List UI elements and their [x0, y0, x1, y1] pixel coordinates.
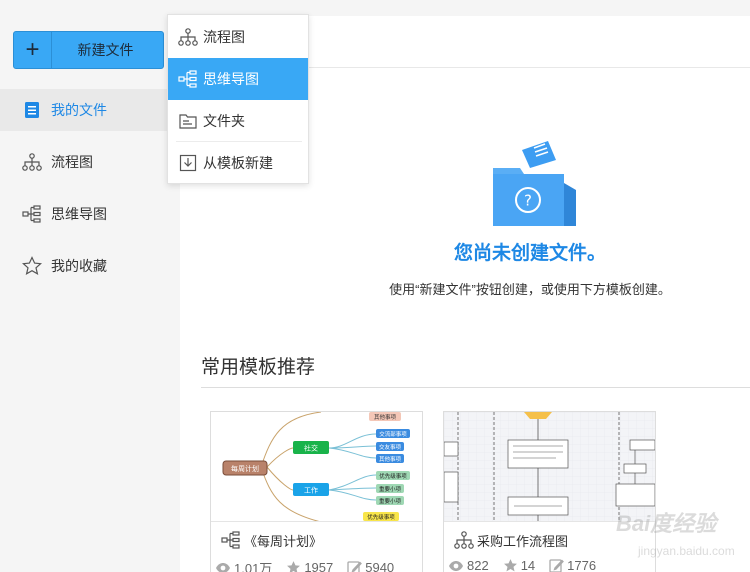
document-icon: [21, 99, 43, 121]
flowchart-icon: [454, 530, 474, 550]
views-stat: 1.01万: [215, 558, 272, 572]
thumb-leaf-node: 交友事项: [379, 443, 402, 451]
views-count: 822: [467, 558, 489, 572]
sidebar-item-label: 我的收藏: [51, 258, 107, 274]
new-file-button[interactable]: + 新建文件: [13, 31, 164, 69]
star-icon: [503, 559, 517, 572]
mindmap-icon: [221, 530, 241, 550]
edit-icon: [549, 559, 565, 572]
sidebar-item-label: 流程图: [51, 154, 93, 170]
mindmap-icon: [178, 69, 198, 89]
sidebar-item-flowchart[interactable]: 流程图: [0, 141, 180, 183]
dropdown-item-label: 文件夹: [203, 113, 245, 129]
watermark-text: Bai度经验: [616, 511, 717, 536]
template-name-label: 采购工作流程图: [477, 533, 569, 549]
template-import-icon: [178, 153, 198, 173]
thumb-leaf-node: 交流部事项: [379, 430, 407, 438]
baidu-watermark: Bai度经验 jingyan.baidu.com: [586, 498, 746, 568]
sidebar-item-favorites[interactable]: 我的收藏: [0, 245, 180, 287]
views-count: 1.01万: [234, 561, 273, 572]
stars-count: 1957: [304, 560, 334, 572]
svg-text:?: ?: [524, 192, 532, 210]
sidebar-item-label: 思维导图: [51, 206, 107, 222]
views-stat: 822: [448, 558, 489, 572]
section-divider: [201, 387, 750, 388]
thumb-leaf-node: 其他事项: [379, 455, 402, 463]
sidebar-item-my-files[interactable]: 我的文件: [0, 89, 180, 131]
dropdown-item-label: 思维导图: [203, 71, 259, 87]
template-stats: 1.01万 1957 5940: [215, 558, 408, 572]
watermark-url: jingyan.baidu.com: [638, 544, 735, 558]
flowchart-icon: [178, 27, 198, 47]
header-divider: [309, 67, 750, 68]
template-thumbnail: 每周计划 社交 工作 其他事项 交流部事项 交友事项 其他事项 优先级事项 重要…: [211, 412, 422, 522]
stars-stat: 1957: [286, 560, 333, 572]
plus-icon: +: [14, 32, 52, 68]
empty-folder-question-icon: ?: [490, 138, 580, 230]
thumb-center-node: 每周计划: [231, 464, 259, 473]
template-card-weekly-plan[interactable]: 每周计划 社交 工作 其他事项 交流部事项 交友事项 其他事项 优先级事项 重要…: [210, 411, 423, 572]
thumb-leaf-node: 其他事项: [374, 413, 397, 421]
stars-count: 14: [520, 558, 536, 572]
thumb-leaf-node: 优先级事项: [367, 513, 395, 521]
dropdown-item-folder[interactable]: 文件夹: [168, 100, 308, 142]
star-icon: [287, 561, 301, 572]
dropdown-item-mindmap[interactable]: 思维导图: [168, 58, 308, 100]
new-file-dropdown: 流程图 思维导图 文件夹 从模板新建: [167, 14, 309, 184]
template-name-label: 《每周计划》: [244, 533, 323, 549]
sidebar-item-label: 我的文件: [51, 102, 107, 118]
empty-state-title: 您尚未创建文件。: [453, 243, 606, 264]
eye-icon: [449, 560, 463, 571]
dropdown-item-from-template[interactable]: 从模板新建: [168, 142, 308, 184]
thumb-branch-node: 社交: [304, 444, 318, 453]
folder-icon: [178, 111, 198, 131]
edits-count: 5940: [365, 560, 395, 572]
template-name: 采购工作流程图: [454, 530, 568, 550]
mindmap-icon: [21, 203, 43, 225]
thumb-branch-node: 工作: [304, 486, 318, 495]
thumb-leaf-node: 重要小项: [379, 485, 402, 493]
thumb-leaf-node: 重要小项: [379, 497, 402, 505]
thumb-leaf-node: 优先级事项: [379, 472, 407, 480]
templates-section-title: 常用模板推荐: [201, 357, 316, 378]
stars-stat: 14: [503, 558, 535, 572]
new-file-label: 新建文件: [77, 42, 134, 58]
sidebar-item-mindmap[interactable]: 思维导图: [0, 193, 180, 235]
template-name: 《每周计划》: [221, 530, 322, 550]
edits-stat: 5940: [347, 560, 394, 572]
edit-icon: [347, 561, 363, 572]
eye-icon: [216, 562, 230, 572]
flowchart-icon: [21, 151, 43, 173]
star-icon: [21, 255, 43, 277]
empty-state-description: 使用“新建文件”按钮创建，或使用下方模板创建。: [389, 282, 671, 297]
dropdown-item-label: 流程图: [203, 29, 245, 45]
dropdown-item-label: 从模板新建: [203, 155, 273, 171]
dropdown-item-flowchart[interactable]: 流程图: [168, 16, 308, 58]
